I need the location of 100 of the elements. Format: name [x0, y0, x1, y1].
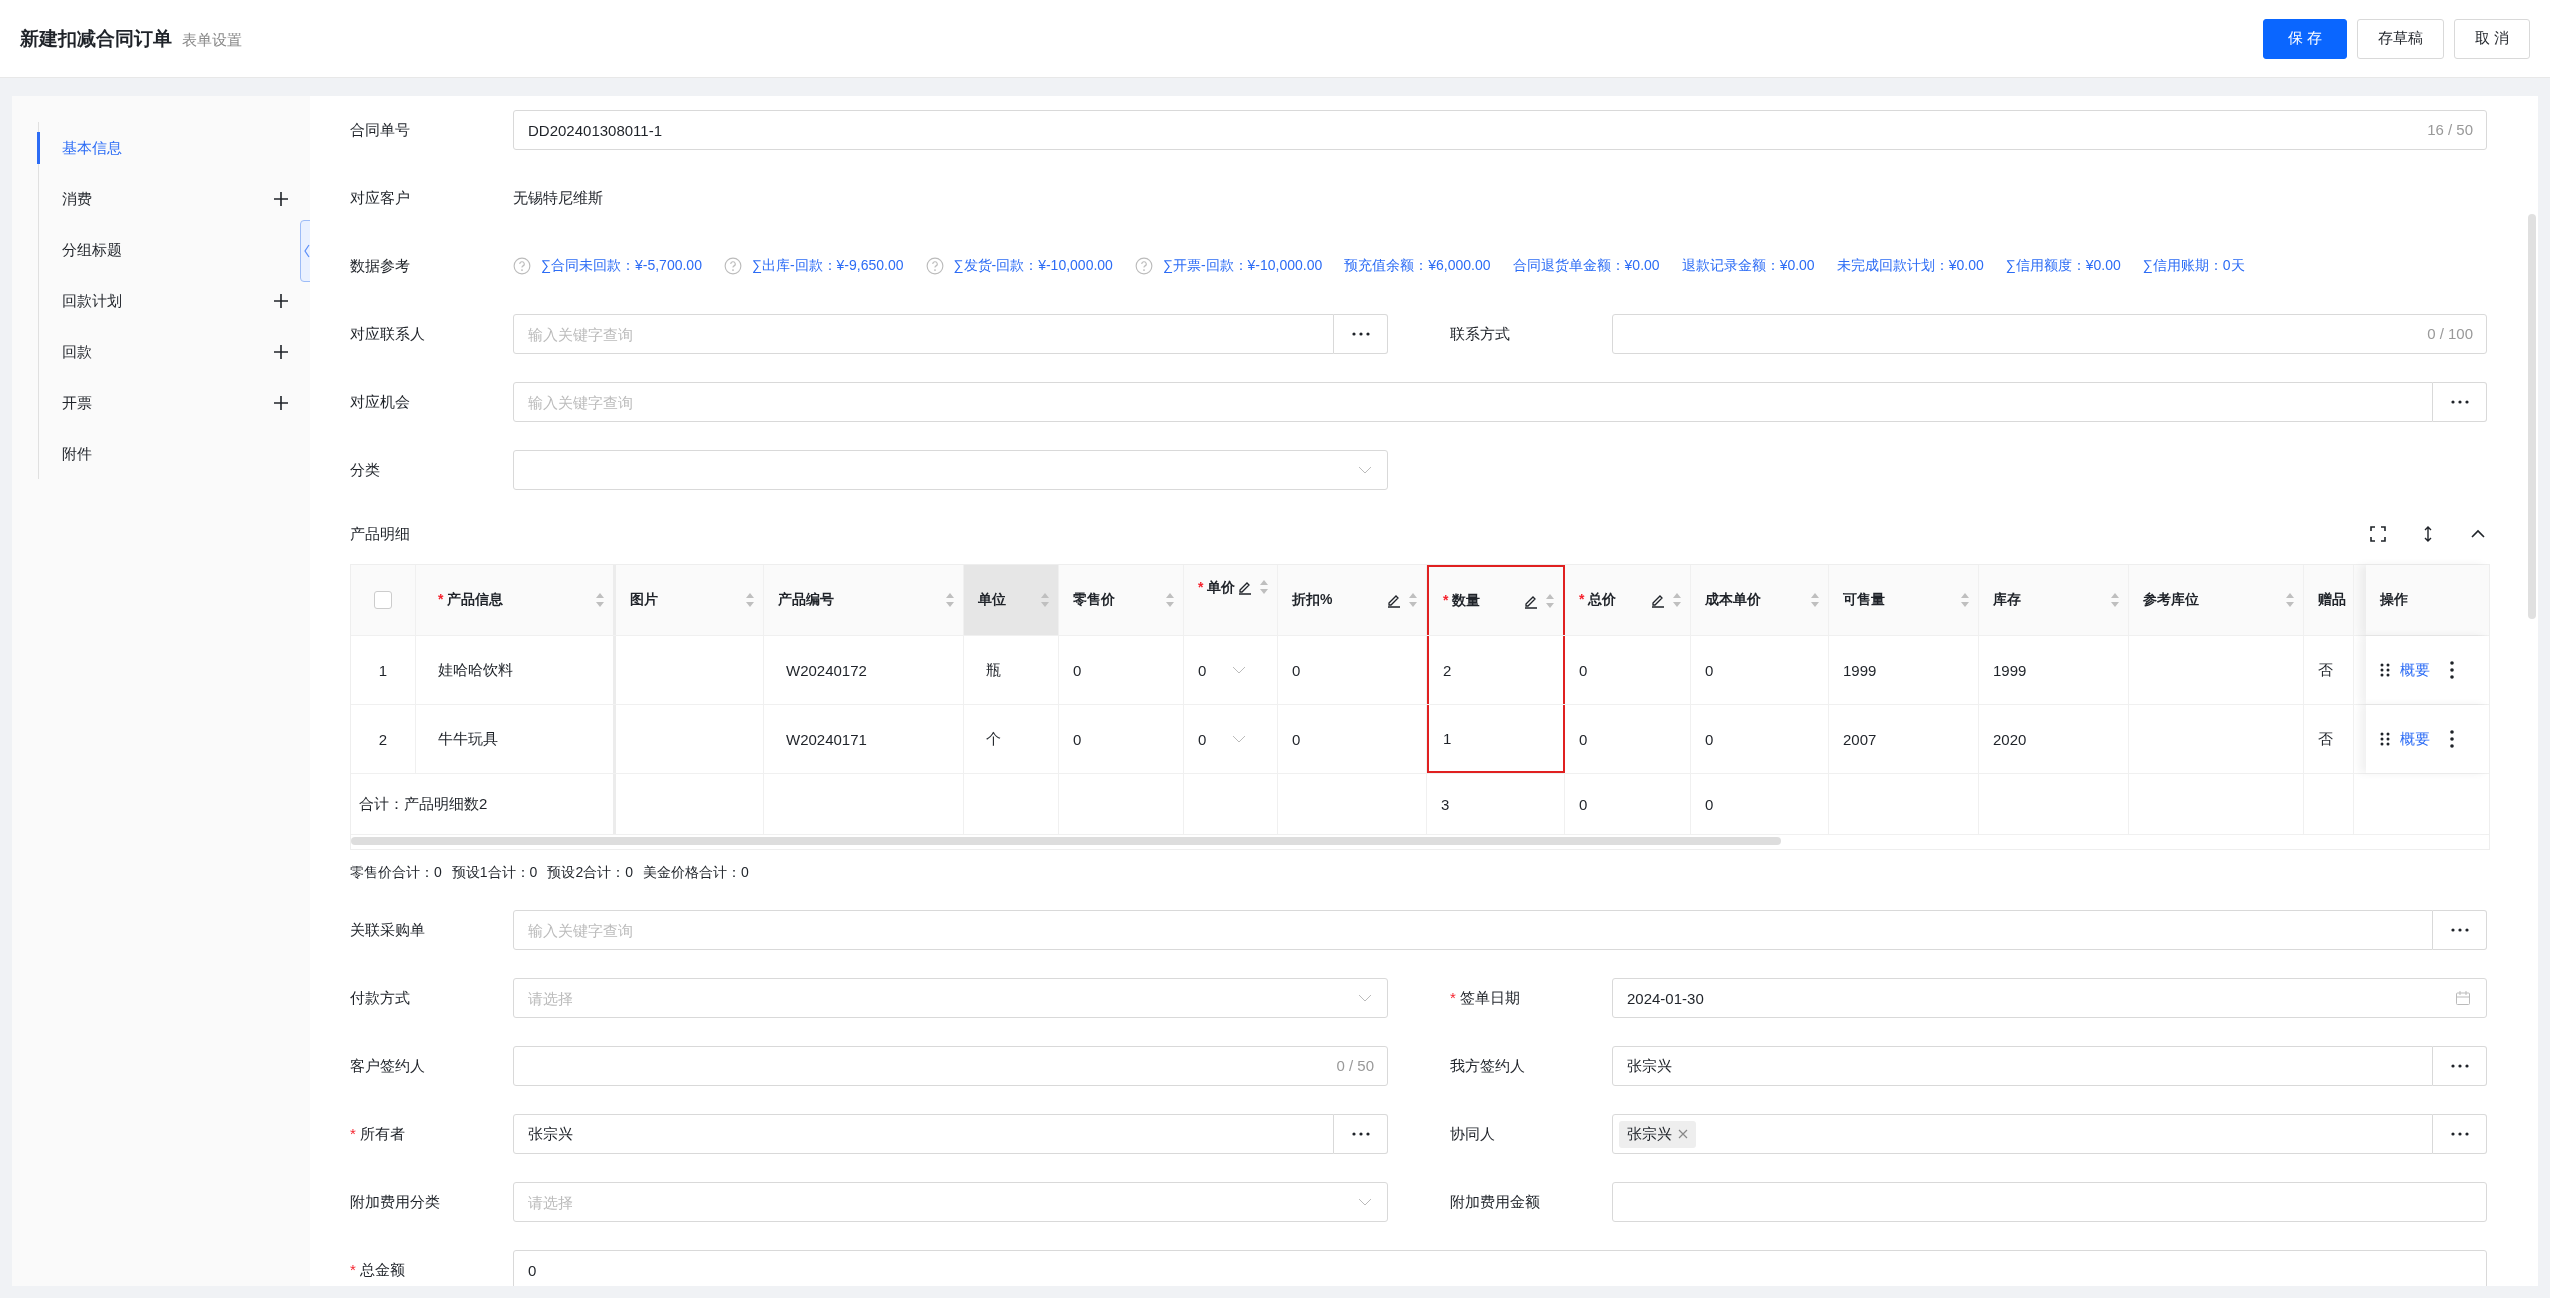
- column-header[interactable]: * 产品信息: [416, 565, 616, 635]
- reference-link[interactable]: ∑合同未回款：¥-5,700.00: [541, 257, 702, 275]
- save-button[interactable]: 保 存: [2262, 18, 2347, 59]
- field-value: 无锡特尼维斯: [513, 188, 603, 208]
- nav-item[interactable]: 消费: [37, 182, 92, 215]
- lookup-field[interactable]: 张宗兴: [1612, 1046, 2433, 1086]
- reference-link[interactable]: 合同退货单金额：¥0.00: [1512, 257, 1660, 275]
- form-settings-link[interactable]: 表单设置: [182, 30, 242, 50]
- nav-item[interactable]: 开票: [37, 386, 92, 419]
- reference-link[interactable]: 预充值余额：¥6,000.00: [1344, 257, 1491, 275]
- column-header[interactable]: 参考库位: [2129, 565, 2304, 635]
- sort-icon[interactable]: [1040, 592, 1050, 608]
- select-field[interactable]: 请选择: [513, 978, 1388, 1018]
- column-header[interactable]: 零售价: [1059, 565, 1184, 635]
- field-label: 我方签约人: [1450, 1056, 1526, 1076]
- summary-link[interactable]: 概要: [2400, 729, 2430, 749]
- more-button[interactable]: [2433, 1046, 2487, 1086]
- reference-link[interactable]: 退款记录金额：¥0.00: [1681, 257, 1815, 275]
- reference-link[interactable]: ∑信用额度：¥0.00: [2005, 257, 2121, 275]
- more-vertical-icon[interactable]: [2450, 730, 2454, 748]
- column-header[interactable]: 成本单价: [1691, 565, 1829, 635]
- table-select[interactable]: 0: [1198, 730, 1247, 748]
- text-field[interactable]: [1612, 1182, 2487, 1222]
- drag-handle-icon[interactable]: [2380, 732, 2390, 746]
- total-text: 预设2合计：0: [547, 864, 633, 882]
- summary-label: 合计：产品明细数2: [359, 794, 488, 814]
- reference-link[interactable]: ∑信用账期：0天: [2142, 257, 2245, 275]
- nav-item[interactable]: 基本信息: [37, 131, 122, 164]
- column-header[interactable]: 赠品: [2304, 565, 2354, 635]
- select-all-checkbox[interactable]: [374, 591, 392, 609]
- action-button[interactable]: 存草稿: [2356, 18, 2444, 59]
- sort-icon[interactable]: [1408, 592, 1418, 608]
- more-button[interactable]: [2433, 1114, 2487, 1154]
- fullscreen-icon[interactable]: [2370, 526, 2386, 542]
- column-header[interactable]: 单位: [964, 565, 1059, 635]
- reference-link[interactable]: ∑开票-回款：¥-10,000.00: [1162, 257, 1323, 275]
- sort-icon[interactable]: [1259, 579, 1269, 595]
- reference-link[interactable]: 未完成回款计划：¥0.00: [1836, 257, 1984, 275]
- sort-icon[interactable]: [1165, 592, 1175, 608]
- date-field[interactable]: 2024-01-30: [1612, 978, 2487, 1018]
- add-icon[interactable]: [273, 343, 289, 360]
- more-button[interactable]: [2433, 382, 2487, 422]
- lookup-field[interactable]: 输入关键字查询: [513, 382, 2433, 422]
- lookup-field[interactable]: 输入关键字查询: [513, 314, 1334, 354]
- column-header[interactable]: 可售量: [1829, 565, 1979, 635]
- column-header[interactable]: * 单价: [1184, 565, 1278, 635]
- column-header[interactable]: 图片: [616, 565, 764, 635]
- action-button[interactable]: 取 消: [2453, 18, 2530, 59]
- add-icon[interactable]: [273, 292, 289, 309]
- column-header[interactable]: 库存: [1979, 565, 2129, 635]
- scrollbar[interactable]: [2528, 214, 2536, 619]
- sort-icon[interactable]: [1672, 592, 1682, 608]
- select-field[interactable]: [513, 450, 1388, 490]
- drag-handle-icon[interactable]: [2380, 663, 2390, 677]
- more-button[interactable]: [1334, 314, 1388, 354]
- select-field[interactable]: 请选择: [513, 1182, 1388, 1222]
- lookup-field[interactable]: 输入关键字查询: [513, 910, 2433, 950]
- summary-link[interactable]: 概要: [2400, 660, 2430, 680]
- char-counter: 0 / 100: [2427, 325, 2473, 343]
- sort-icon[interactable]: [1810, 592, 1820, 608]
- text-field[interactable]: [513, 1046, 1388, 1086]
- column-header[interactable]: * 数量: [1427, 565, 1565, 635]
- horizontal-scrollbar[interactable]: [351, 837, 1781, 845]
- close-icon[interactable]: [1678, 1129, 1688, 1139]
- table-cell: 2007: [1843, 730, 1877, 748]
- sort-icon[interactable]: [595, 592, 605, 608]
- user-tag[interactable]: 张宗兴: [1619, 1120, 1696, 1148]
- table-cell: 0: [1292, 661, 1301, 679]
- sort-icon[interactable]: [1960, 592, 1970, 608]
- sort-icon[interactable]: [745, 592, 755, 608]
- more-button[interactable]: [2433, 910, 2487, 950]
- total-text: 零售价合计：0: [350, 864, 442, 882]
- text-field[interactable]: 0: [513, 1250, 2487, 1286]
- table-select[interactable]: 0: [1198, 661, 1247, 679]
- nav-item[interactable]: 回款: [37, 335, 92, 368]
- sort-icon[interactable]: [2285, 592, 2295, 608]
- reference-link[interactable]: ∑发货-回款：¥-10,000.00: [953, 257, 1113, 275]
- field-label: 关联采购单: [350, 920, 426, 940]
- help-icon[interactable]: [925, 257, 944, 275]
- sort-icon[interactable]: [1545, 593, 1555, 609]
- help-icon[interactable]: [1134, 257, 1153, 275]
- reference-link[interactable]: ∑出库-回款：¥-9,650.00: [751, 257, 904, 275]
- help-icon[interactable]: [723, 257, 742, 275]
- sort-icon[interactable]: [945, 592, 955, 608]
- more-vertical-icon[interactable]: [2450, 661, 2454, 679]
- nav-item[interactable]: 回款计划: [37, 284, 122, 317]
- help-icon[interactable]: [513, 257, 531, 275]
- column-header[interactable]: * 总价: [1565, 565, 1691, 635]
- more-button[interactable]: [1334, 1114, 1388, 1154]
- add-icon[interactable]: [273, 394, 289, 411]
- lookup-field[interactable]: 张宗兴: [513, 1114, 1334, 1154]
- add-icon[interactable]: [273, 190, 289, 207]
- field-label: * 总金额: [350, 1260, 406, 1280]
- nav-item[interactable]: 附件: [37, 437, 92, 470]
- text-field[interactable]: [1612, 314, 2487, 354]
- nav-item[interactable]: 分组标题: [37, 233, 122, 266]
- column-header[interactable]: 折扣%: [1278, 565, 1427, 635]
- tag-field[interactable]: 张宗兴: [1612, 1114, 2433, 1154]
- field-label: 对应机会: [350, 392, 411, 412]
- sort-icon[interactable]: [2110, 592, 2120, 608]
